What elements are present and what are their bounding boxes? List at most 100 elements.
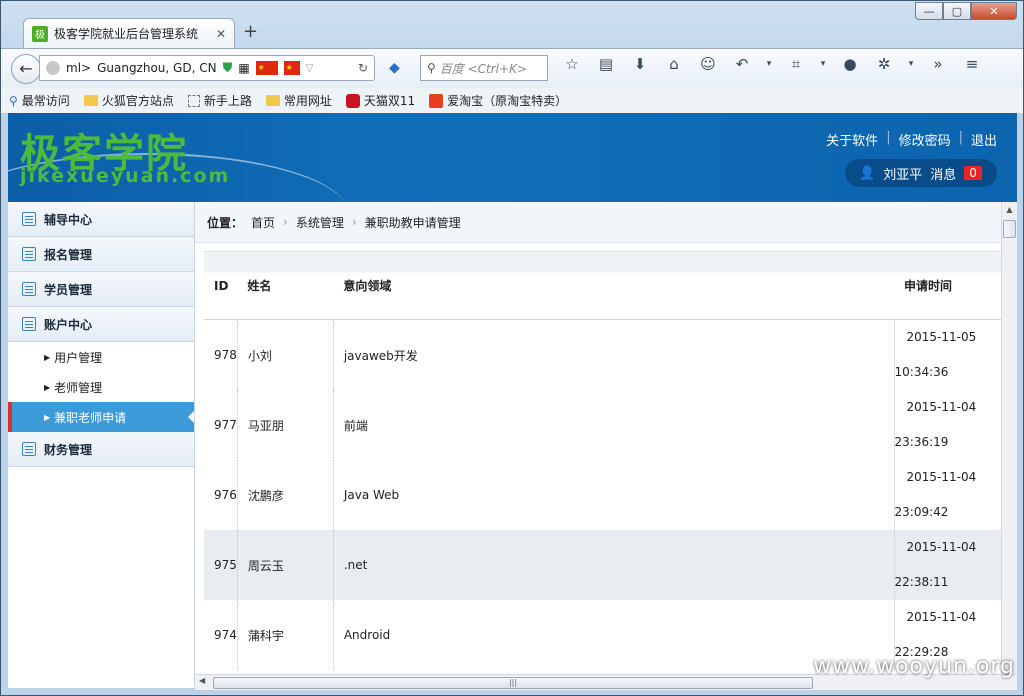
window-controls: — ▢ ✕ [915,2,1017,20]
sidebar-group-tutoring[interactable]: 辅导中心 [8,202,194,237]
message-count-badge[interactable]: 0 [964,166,982,180]
taobao-icon [429,93,444,108]
plugin-dropdown-icon[interactable]: ▾ [905,59,917,69]
bookmark-item[interactable]: 新手上路 [187,92,252,109]
horizontal-scroll-thumb[interactable]: ||| [213,677,813,689]
list-icon [22,282,36,296]
header-links: 关于软件 | 修改密码 | 退出 [826,130,997,149]
divider: | [886,130,891,145]
caret-right-icon: ▶ [44,352,51,362]
table-row[interactable]: 978 小刘 javaweb开发 2015-11-05 10:34:36 [204,319,1001,390]
cell-time: 2015-11-04 23:36:19 [893,390,1001,460]
sidebar-item-parttime-applications[interactable]: ▶ 兼职老师申请 [8,402,194,432]
messages-link[interactable]: 消息 [930,164,956,183]
cell-id: 974 [214,628,237,642]
shield-icon[interactable]: ⛊ [223,61,233,76]
bookmark-item[interactable]: 天猫双11 [345,92,416,109]
list-icon [22,247,36,261]
globe-icon [46,61,60,75]
browser-tab[interactable]: 极 极客学院就业后台管理系统 ✕ [23,18,235,48]
reload-icon[interactable]: ↻ [358,61,368,75]
cell-id: 977 [214,418,237,432]
bookmark-item[interactable]: 火狐官方站点 [83,92,174,109]
cell-field: 前端 [332,390,895,460]
cell-id: 978 [214,348,237,362]
table-row[interactable]: 977 马亚朋 前端 2015-11-04 23:36:19 [204,390,1001,460]
new-tab-button[interactable]: + [243,21,258,42]
bookmark-label: 新手上路 [203,94,252,108]
cell-field: Java Web [332,460,895,530]
bookmark-item[interactable]: ⚲ 最常访问 [9,92,70,109]
address-bar[interactable]: ml> Guangzhou, GD, CN ⛊ ▦ ★ ★ ▽ ↻ [39,55,375,81]
cell-date: 2015-11-04 [906,610,977,624]
header-field[interactable]: 意向领域 [333,251,895,320]
bookmark-label: 天猫双11 [363,94,416,108]
sidebar-group-label: 学员管理 [44,282,93,297]
qr-code-icon[interactable]: ▦ [238,61,249,75]
sidebar-item-label: 老师管理 [54,380,103,395]
china-flag-icon: ★ [255,61,278,75]
undo-dropdown-icon[interactable]: ▾ [763,59,775,69]
plugin-icon[interactable]: ✲ [871,55,897,73]
cell-clock: 23:36:19 [894,435,949,449]
bookmark-item[interactable]: 爱淘宝（原淘宝特卖） [429,92,567,109]
bookmarks-bar: ⚲ 最常访问 火狐官方站点 新手上路 常用网址 天猫双11 爱淘宝（原淘宝特卖） [1,88,1023,113]
chat-icon[interactable]: ☺ [695,55,721,73]
site-header: 极客学院 jikexueyuan.com 关于软件 | 修改密码 | 退出 👤 刘亚… [8,113,1017,202]
breadcrumb-label: 位置： [207,215,244,230]
sidebar-group-enrollment[interactable]: 报名管理 [8,237,194,272]
minimize-button[interactable]: — [915,2,943,20]
dropdown-icon[interactable]: ▽ [306,63,314,74]
sidebar-item-teachers[interactable]: ▶ 老师管理 [8,372,194,402]
header-time[interactable]: 申请时间 [894,251,1001,320]
maximize-button[interactable]: ▢ [943,2,971,20]
crop-dropdown-icon[interactable]: ▾ [817,59,829,69]
cell-field: .net [332,530,895,600]
vertical-scrollbar[interactable]: ▲ [1001,202,1017,674]
table-row[interactable]: 976 沈鹏彦 Java Web 2015-11-04 23:09:42 [204,460,1001,530]
about-link[interactable]: 关于软件 [826,130,878,149]
user-box: 👤 刘亚平 消息 0 [845,159,997,187]
username[interactable]: 刘亚平 [883,164,922,183]
sidebar-group-students[interactable]: 学员管理 [8,272,194,307]
scroll-up-icon[interactable]: ▲ [1002,202,1017,218]
sidebar-group-account[interactable]: 账户中心 [8,307,194,342]
search-box[interactable]: ⚲ 百度 <Ctrl+K> [420,55,548,81]
table-header-row: ID 姓名 意向领域 申请时间 [204,251,1001,320]
crop-icon[interactable]: ⌗ [783,55,809,73]
cell-id: 975 [214,558,237,572]
close-window-button[interactable]: ✕ [971,2,1017,20]
undo-icon[interactable]: ↶ [729,55,755,73]
bookmark-label: 常用网址 [283,94,332,108]
vertical-scroll-thumb[interactable] [1003,220,1016,238]
tab-title: 极客学院就业后台管理系统 [54,27,199,41]
breadcrumb-system[interactable]: 系统管理 [296,214,344,231]
download-icon[interactable]: ⬇ [627,55,653,73]
speech-bubble-icon[interactable]: ● [837,55,863,73]
bookmark-item[interactable]: 常用网址 [265,92,332,109]
sidebar-item-label: 兼职老师申请 [54,410,127,425]
extension-bird-icon[interactable]: ◆ [389,60,400,76]
folder-icon [265,95,280,106]
scroll-left-icon[interactable]: ◀ [199,676,205,685]
cell-clock: 23:09:42 [894,505,949,519]
reading-list-icon[interactable]: ▤ [593,55,619,73]
tab-close-icon[interactable]: ✕ [216,27,226,41]
header-id[interactable]: ID [204,251,238,320]
applications-table: ID 姓名 意向领域 申请时间 978 小刘 javaweb开发 2015-11… [204,251,1001,670]
caret-right-icon: ▶ [44,412,51,422]
bookmark-star-icon[interactable]: ☆ [559,55,585,73]
cell-name: 沈鹏彦 [236,460,334,530]
change-password-link[interactable]: 修改密码 [899,130,951,149]
breadcrumb-home[interactable]: 首页 [251,214,275,231]
logout-link[interactable]: 退出 [971,130,997,149]
sidebar-group-finance[interactable]: 财务管理 [8,432,194,467]
overflow-icon[interactable]: » [925,55,951,73]
sidebar-item-users[interactable]: ▶ 用户管理 [8,342,194,372]
table-row[interactable]: 975 周云玉 .net 2015-11-04 22:38:11 [204,530,1001,600]
back-button[interactable]: ← [11,53,41,84]
home-icon[interactable]: ⌂ [661,55,687,73]
china-flag-small-icon[interactable]: ★ [283,61,300,75]
menu-icon[interactable]: ≡ [959,55,985,73]
header-name[interactable]: 姓名 [237,251,334,320]
